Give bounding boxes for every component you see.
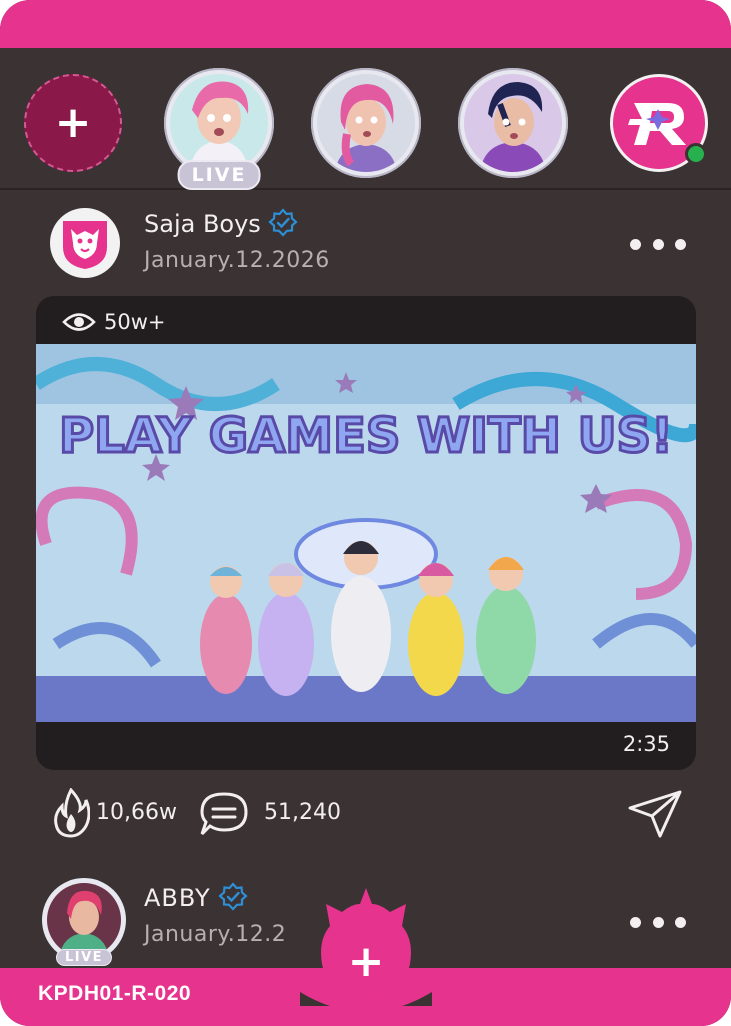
- view-count-label: 50w+: [104, 310, 166, 334]
- video-post[interactable]: 50w+ PLAY GAMES WITH US! 2:35: [36, 296, 696, 770]
- online-status-dot: [685, 143, 707, 165]
- r-star-logo-icon: [628, 103, 686, 145]
- media-banner-text: PLAY GAMES WITH US!: [59, 408, 673, 464]
- card-code: KPDH01-R-020: [38, 982, 192, 1005]
- plus-icon: +: [348, 936, 385, 987]
- like-count: 10,66w: [96, 800, 177, 825]
- post2-author-avatar[interactable]: LIVE: [42, 878, 126, 966]
- eye-icon: [62, 313, 96, 331]
- post-actions: 10,66w 51,240: [0, 780, 731, 850]
- avatar: [464, 74, 562, 172]
- send-icon[interactable]: [626, 788, 684, 840]
- story-avatar-3[interactable]: [458, 68, 568, 178]
- story-avatar-1[interactable]: LIVE: [164, 68, 274, 190]
- verified-badge-icon: [218, 882, 248, 911]
- flame-icon[interactable]: [52, 788, 90, 838]
- post-author-avatar[interactable]: [50, 208, 120, 278]
- dot-icon: [630, 916, 641, 928]
- more-options-button[interactable]: [630, 914, 686, 930]
- comment-icon[interactable]: [198, 790, 250, 838]
- avatar: [170, 74, 268, 172]
- post2-date: January.12.2: [144, 922, 287, 947]
- add-story-button[interactable]: +: [24, 74, 122, 172]
- dot-icon: [675, 238, 686, 250]
- create-post-button[interactable]: +: [300, 882, 432, 1012]
- post2-username[interactable]: ABBY: [144, 884, 211, 912]
- dot-icon: [675, 916, 686, 928]
- post-date: January.12.2026: [144, 248, 330, 273]
- story-avatar-2[interactable]: [311, 68, 421, 178]
- tiger-head-shape-icon: +: [300, 888, 432, 1012]
- brand-logo[interactable]: [610, 74, 708, 172]
- verified-badge-icon: [268, 208, 298, 237]
- avatar: [47, 883, 121, 957]
- stories-bar: + LIVE: [0, 48, 731, 190]
- live-badge: LIVE: [55, 949, 113, 966]
- tiger-logo-icon: [63, 221, 107, 269]
- post-header: Saja Boys January.12.2026: [0, 198, 731, 288]
- more-options-button[interactable]: [630, 236, 686, 252]
- plus-icon: +: [54, 97, 92, 148]
- dot-icon: [630, 238, 641, 250]
- dot-icon: [652, 916, 664, 928]
- photocard: K + LIVE: [0, 0, 731, 1026]
- comment-count: 51,240: [264, 800, 341, 825]
- top-band: [0, 0, 731, 48]
- post-username[interactable]: Saja Boys: [144, 210, 261, 238]
- live-badge: LIVE: [177, 160, 261, 190]
- video-thumbnail[interactable]: PLAY GAMES WITH US!: [36, 344, 696, 722]
- video-duration: 2:35: [622, 732, 670, 756]
- dot-icon: [652, 238, 664, 250]
- avatar: [317, 74, 415, 172]
- view-count: 50w+: [62, 310, 166, 334]
